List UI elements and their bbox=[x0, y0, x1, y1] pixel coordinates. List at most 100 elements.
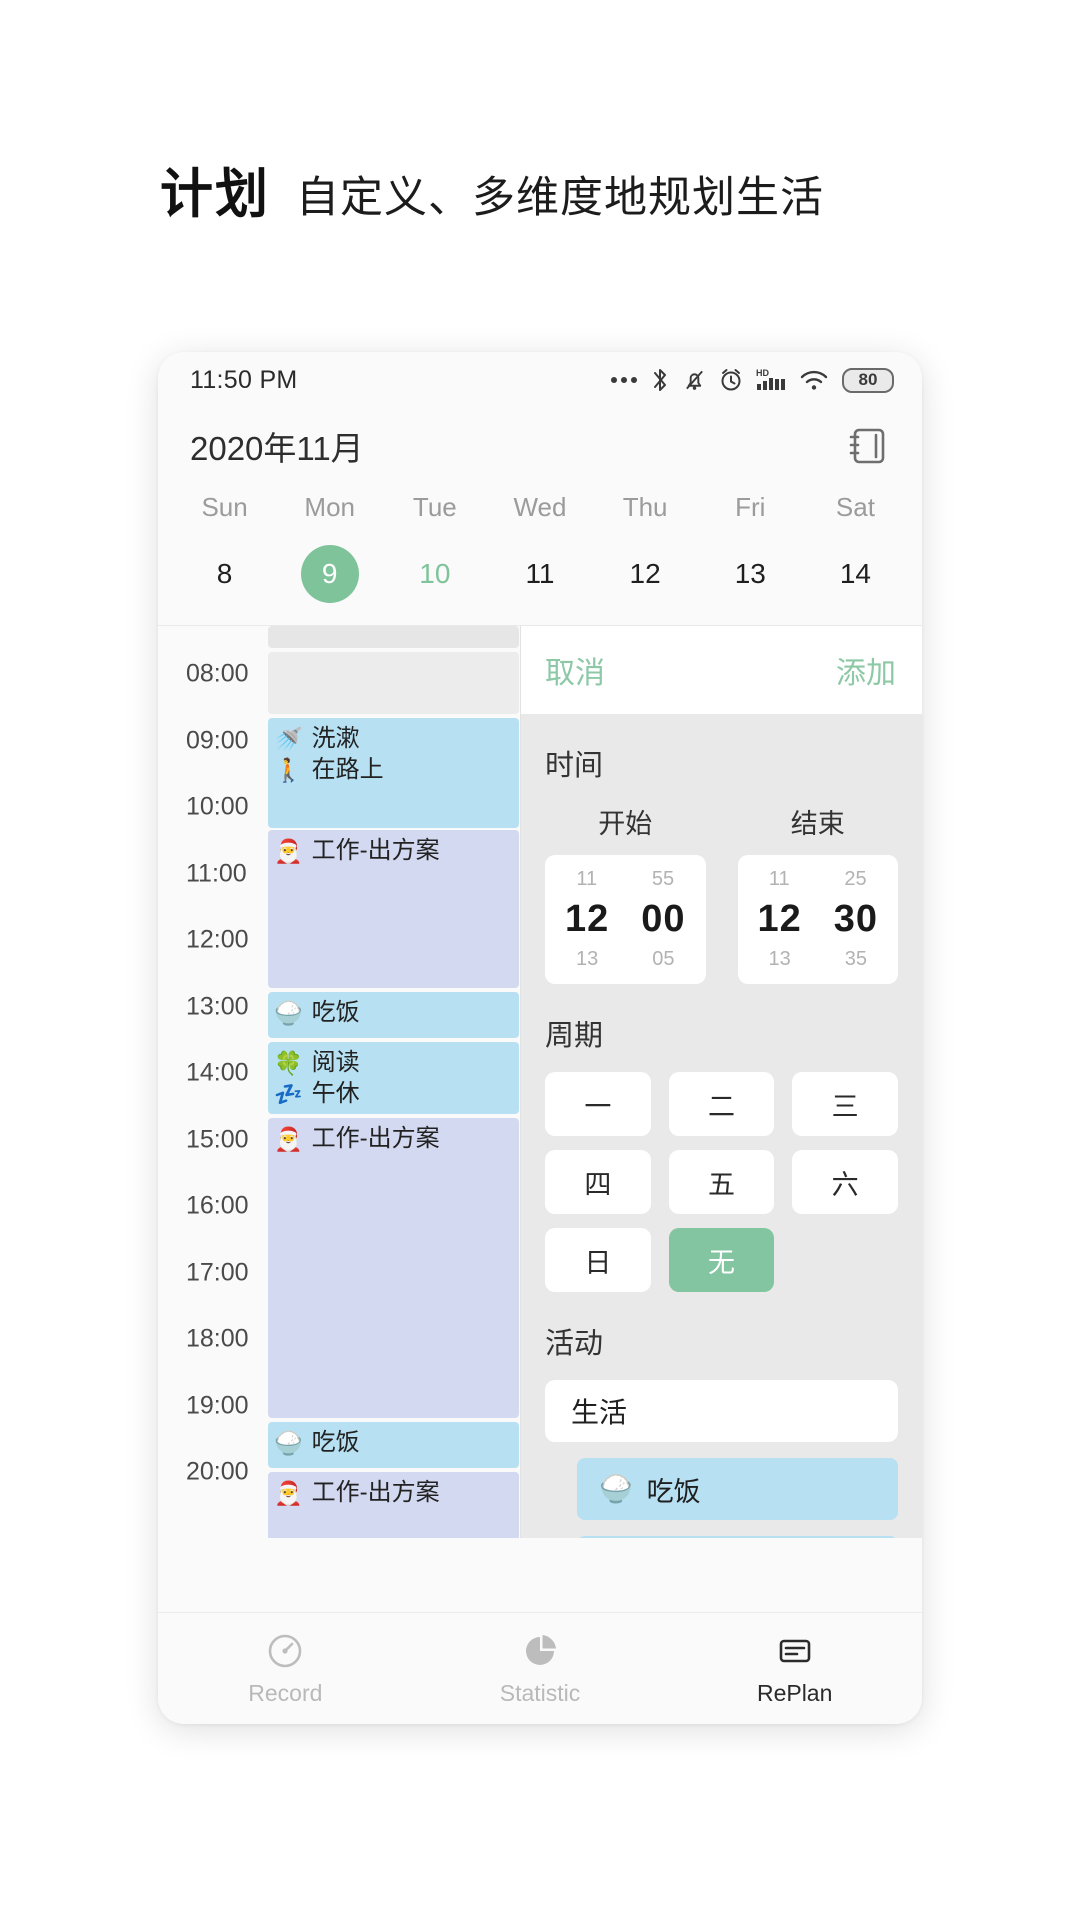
timeline-event-empty bbox=[268, 626, 519, 648]
timeline-event[interactable]: 🎅 工作-出方案 bbox=[268, 1472, 519, 1538]
period-weekday-option[interactable]: 二 bbox=[668, 1072, 775, 1136]
calendar-date-number: 9 bbox=[300, 545, 359, 603]
timeline-event-line: 🚶 在路上 bbox=[274, 755, 519, 786]
timeline-hour-label: 18:00 bbox=[186, 1324, 249, 1353]
period-weekday-option[interactable]: 四 bbox=[545, 1150, 651, 1214]
notebook-icon[interactable] bbox=[846, 423, 890, 469]
timeline-event-label: 工作-出方案 bbox=[311, 837, 440, 864]
timeline-event-line: 🎅 工作-出方案 bbox=[274, 1478, 519, 1509]
start-hour[interactable]: 12 bbox=[565, 898, 609, 941]
timeline-hour-label: 13:00 bbox=[186, 992, 249, 1020]
calendar-date-number: 13 bbox=[734, 558, 766, 589]
calendar-date-cell[interactable]: 11 bbox=[487, 545, 592, 603]
end-time-label: 结束 bbox=[790, 809, 845, 839]
period-weekday-option[interactable]: 一 bbox=[545, 1072, 651, 1136]
weekday-label: Sat bbox=[835, 492, 875, 522]
timeline-event[interactable]: 🎅 工作-出方案 bbox=[268, 1118, 519, 1418]
cancel-button[interactable]: 取消 bbox=[545, 648, 605, 692]
start-time-label: 开始 bbox=[598, 809, 653, 839]
activity-list-item[interactable]: 🚶在路上 bbox=[577, 1536, 898, 1538]
timeline-event-line: 🍀 阅读 bbox=[274, 1048, 519, 1079]
santa-icon: 🎅 bbox=[274, 1125, 303, 1152]
calendar-date-row: 8 9 10 11 12 13 14 bbox=[158, 545, 922, 625]
walking-icon: 🚶 bbox=[274, 756, 303, 783]
nav-label-record: Record bbox=[248, 1679, 323, 1706]
nav-label-statistic: Statistic bbox=[499, 1679, 581, 1706]
calendar-date-number: 14 bbox=[839, 558, 871, 589]
timeline-event-line: 🍚 吃饭 bbox=[274, 998, 519, 1029]
timeline-event[interactable]: 🍚 吃饭 bbox=[268, 992, 519, 1038]
start-prev-min: 55 bbox=[651, 868, 675, 890]
calendar-date-cell[interactable]: 12 bbox=[593, 545, 698, 603]
start-time-picker[interactable]: 11 55 12 00 13 05 bbox=[545, 855, 706, 984]
start-next-hour: 13 bbox=[576, 948, 599, 970]
add-button[interactable]: 添加 bbox=[836, 648, 896, 692]
timeline-event[interactable]: 🚿 洗漱 🚶 在路上 bbox=[268, 718, 519, 828]
timeline-events: 🚿 洗漱 🚶 在路上 🎅 工作-出方案 🍚 吃饭 🍀 阅读 💤 午休 🎅 工作-出方案 🍚 吃饭 🎅 工作-出方案… bbox=[268, 626, 520, 1538]
calendar-date-number: 10 bbox=[419, 558, 451, 589]
nav-label-replan: RePlan bbox=[756, 1679, 833, 1706]
marketing-headline: 计划 自定义、多维度地规划生活 bbox=[160, 152, 824, 228]
timeline-event[interactable]: 🎅 工作-出方案 bbox=[268, 830, 519, 988]
timeline-column[interactable]: 🚿 洗漱 🚶 在路上 🎅 工作-出方案 🍚 吃饭 🍀 阅读 💤 午休 🎅 工作-出方案 🍚 吃饭 🎅 工作-出方案… bbox=[158, 626, 520, 1538]
period-section-title: 周期 bbox=[545, 1020, 604, 1052]
nav-item-record[interactable]: Record bbox=[158, 1631, 413, 1707]
calendar-date-cell[interactable]: 14 bbox=[803, 545, 908, 603]
hd-signal-icon: HD bbox=[756, 367, 786, 394]
calendar-date-number: 12 bbox=[629, 558, 661, 589]
calendar-month-title: 2020年11月 bbox=[190, 430, 364, 467]
calendar-date-cell-today[interactable]: 10 bbox=[382, 545, 487, 603]
wifi-icon bbox=[799, 368, 829, 392]
timeline-hour-label: 15:00 bbox=[186, 1125, 249, 1153]
period-weekday-option[interactable]: 五 bbox=[668, 1150, 775, 1214]
period-weekday-option[interactable]: 六 bbox=[792, 1150, 898, 1214]
calendar-date-cell-selected[interactable]: 9 bbox=[277, 545, 382, 603]
timeline-hour-label: 11:00 bbox=[186, 859, 247, 887]
sleep-icon: 💤 bbox=[274, 1080, 303, 1107]
timeline-hour-label: 17:00 bbox=[186, 1258, 249, 1286]
timeline-event-label: 在路上 bbox=[311, 755, 384, 783]
santa-icon: 🎅 bbox=[274, 1479, 303, 1506]
time-picker-row: 开始 11 55 12 00 13 05 结束 11 25 12 30 13 3… bbox=[545, 802, 898, 984]
calendar-date-cell[interactable]: 8 bbox=[172, 545, 277, 603]
period-weekday-option[interactable]: 日 bbox=[545, 1228, 651, 1292]
rice-icon: 🍚 bbox=[274, 1429, 303, 1456]
end-prev-min: 25 bbox=[844, 868, 867, 890]
start-minute[interactable]: 00 bbox=[641, 898, 685, 941]
timeline-hour-label: 19:00 bbox=[186, 1391, 249, 1419]
timeline-hour-label: 16:00 bbox=[186, 1191, 249, 1220]
activity-list: 🍚吃饭🚶在路上🛁洗澡 bbox=[545, 1458, 898, 1538]
end-minute[interactable]: 30 bbox=[834, 898, 878, 941]
calendar-header: 2020年11月 bbox=[158, 408, 922, 470]
timeline-event[interactable]: 🍚 吃饭 bbox=[268, 1422, 519, 1468]
period-weekday-selected[interactable]: 无 bbox=[668, 1228, 775, 1292]
weekday-label: Thu bbox=[622, 492, 668, 522]
calendar-date-cell[interactable]: 13 bbox=[698, 545, 803, 603]
nav-item-statistic[interactable]: Statistic bbox=[413, 1631, 668, 1707]
timeline-event-line: 💤 午休 bbox=[274, 1079, 519, 1110]
end-time-picker[interactable]: 11 25 12 30 13 35 bbox=[737, 855, 898, 984]
end-hour[interactable]: 12 bbox=[757, 898, 801, 941]
timeline-event-empty bbox=[268, 652, 519, 714]
battery-indicator: 80 bbox=[842, 367, 894, 393]
timeline-hour-label: 09:00 bbox=[186, 726, 249, 754]
status-icon-group: HD 80 bbox=[611, 367, 894, 394]
timeline-hour-label: 12:00 bbox=[186, 925, 249, 954]
phone-mockup: 11:50 PM HD 80 2020年11月 Sun Mon Tue Wed … bbox=[158, 352, 922, 1724]
bottom-nav: Record Statistic RePlan bbox=[158, 1612, 922, 1724]
activity-category-input[interactable]: 生活 bbox=[545, 1380, 898, 1442]
panel-action-bar: 取消 添加 bbox=[521, 626, 922, 714]
timeline-event-label: 洗漱 bbox=[311, 725, 360, 752]
shower-icon: 🚿 bbox=[274, 725, 303, 752]
end-time-column: 结束 11 25 12 30 13 35 bbox=[737, 802, 898, 984]
nav-item-replan[interactable]: RePlan bbox=[667, 1631, 922, 1707]
timeline-event[interactable]: 🍀 阅读 💤 午休 bbox=[268, 1042, 519, 1114]
activity-list-item[interactable]: 🍚 吃饭 bbox=[577, 1458, 898, 1520]
list-card-icon bbox=[775, 1631, 815, 1671]
page-root: 计划 自定义、多维度地规划生活 11:50 PM HD 80 2020年11月 … bbox=[0, 0, 1080, 1920]
activity-section-title: 活动 bbox=[545, 1328, 604, 1360]
period-weekday-option[interactable]: 三 bbox=[792, 1072, 898, 1136]
weekday-label: Tue bbox=[412, 492, 457, 522]
timeline-event-line: 🎅 工作-出方案 bbox=[274, 836, 519, 867]
timeline-event-label: 工作-出方案 bbox=[311, 1479, 440, 1506]
